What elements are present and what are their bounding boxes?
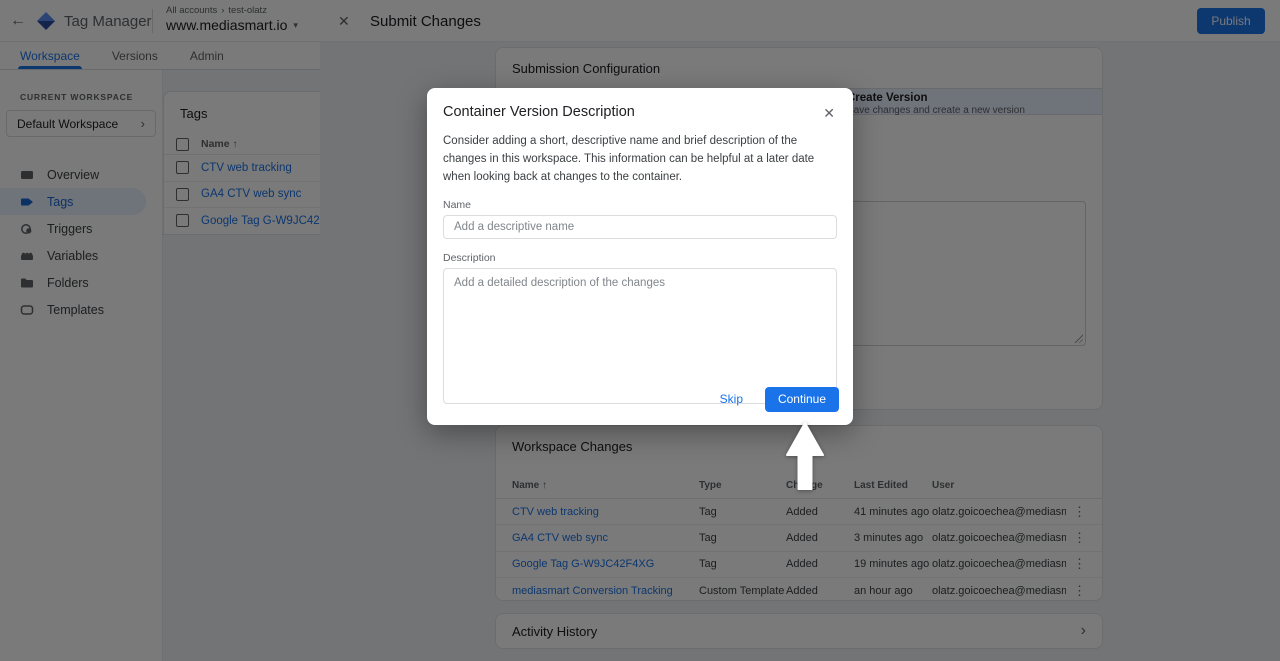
annotation-arrow-icon bbox=[781, 421, 829, 493]
version-description-input[interactable] bbox=[443, 268, 837, 404]
continue-button[interactable]: Continue bbox=[765, 387, 839, 412]
dialog-title: Container Version Description bbox=[443, 104, 635, 120]
description-label: Description bbox=[443, 252, 837, 264]
version-name-input[interactable] bbox=[443, 215, 837, 239]
skip-button[interactable]: Skip bbox=[708, 386, 755, 412]
container-version-description-dialog: Container Version Description ✕ Consider… bbox=[427, 88, 853, 425]
close-icon[interactable]: ✕ bbox=[821, 104, 837, 122]
dialog-body-text: Consider adding a short, descriptive nam… bbox=[443, 133, 837, 186]
name-label: Name bbox=[443, 199, 837, 211]
screen: ← Tag Manager All accounts › test-olatz … bbox=[0, 0, 1280, 661]
